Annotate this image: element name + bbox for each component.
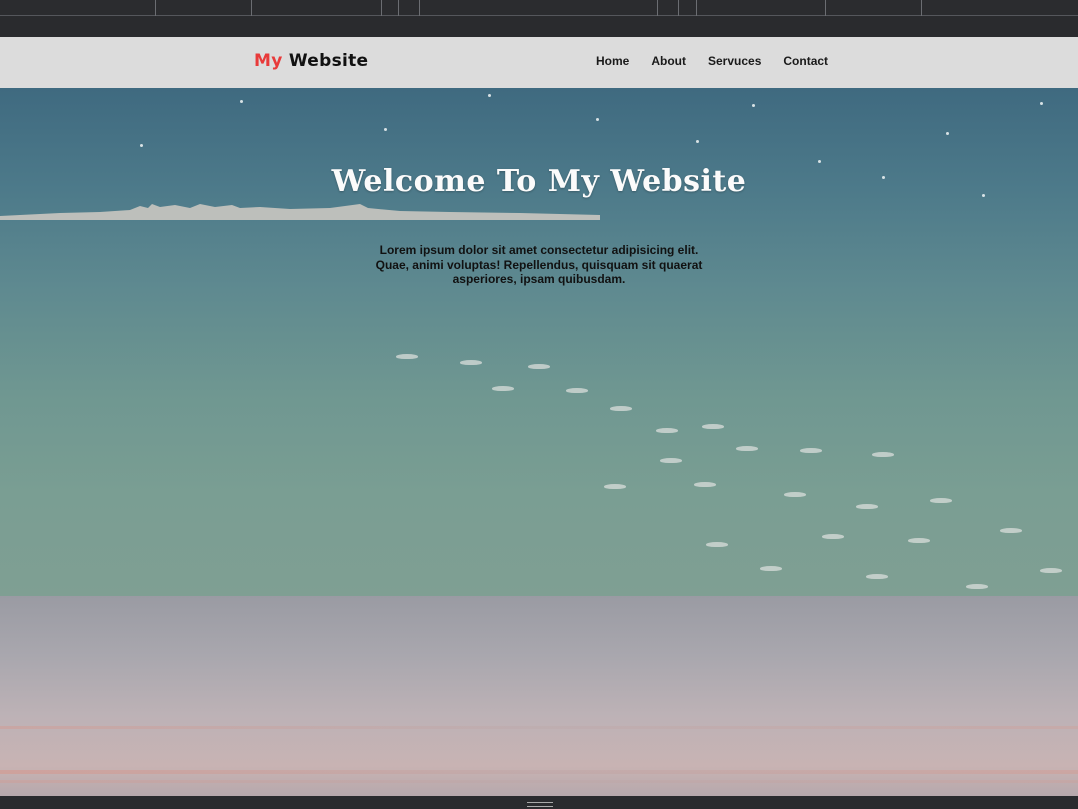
footprint: [736, 446, 758, 451]
footprint: [656, 428, 678, 433]
footprint: [702, 424, 724, 429]
light-streak: [0, 780, 1078, 783]
ruler-tick: [921, 0, 922, 16]
hero-section: Welcome To My Website Lorem ipsum dolor …: [0, 88, 1078, 596]
footprint: [610, 406, 632, 411]
ruler-tick: [657, 0, 658, 16]
star-dot: [752, 104, 755, 107]
ruler-tick: [155, 0, 156, 16]
light-streak: [0, 726, 1078, 729]
footprint: [872, 452, 894, 457]
logo-part-my: My: [254, 51, 283, 71]
hero-title: Welcome To My Website: [331, 164, 747, 199]
footprint: [800, 448, 822, 453]
hero-background-skyline: [0, 204, 600, 220]
editor-toolbar-gap: [0, 16, 1078, 37]
footprint: [760, 566, 782, 571]
star-dot: [240, 100, 243, 103]
second-section-background: [0, 596, 1078, 796]
footprint: [908, 538, 930, 543]
ruler-tick: [381, 0, 382, 16]
footprint: [784, 492, 806, 497]
star-dot: [596, 118, 599, 121]
footprint: [528, 364, 550, 369]
footprint: [706, 542, 728, 547]
star-dot: [696, 140, 699, 143]
editor-ruler: [0, 0, 1078, 16]
star-dot: [1040, 102, 1043, 105]
footprint: [566, 388, 588, 393]
ruler-tick: [696, 0, 697, 16]
star-dot: [384, 128, 387, 131]
footprint: [966, 584, 988, 589]
footprint: [822, 534, 844, 539]
star-dot: [140, 144, 143, 147]
footprint: [604, 484, 626, 489]
star-dot: [818, 160, 821, 163]
footprint: [694, 482, 716, 487]
hero-text: Lorem ipsum dolor sit amet consectetur a…: [375, 243, 703, 286]
footprint: [660, 458, 682, 463]
star-dot: [488, 94, 491, 97]
navbar: My Website Home About Servuces Contact: [0, 37, 1078, 88]
nav-link-contact[interactable]: Contact: [783, 54, 828, 68]
light-streak: [0, 770, 1078, 774]
ruler-tick: [251, 0, 252, 16]
logo-part-website: Website: [288, 51, 369, 71]
main-nav: Home About Servuces Contact: [596, 54, 828, 68]
ruler-tick: [678, 0, 679, 16]
site-logo[interactable]: My Website: [254, 51, 368, 71]
ruler-tick: [825, 0, 826, 16]
resize-handle[interactable]: [527, 802, 553, 807]
footprint: [396, 354, 418, 359]
nav-link-services[interactable]: Servuces: [708, 54, 761, 68]
footprint: [1000, 528, 1022, 533]
ruler-tick: [419, 0, 420, 16]
footprint: [1040, 568, 1062, 573]
footprint: [856, 504, 878, 509]
footprint: [930, 498, 952, 503]
footprint: [492, 386, 514, 391]
footprint: [866, 574, 888, 579]
nav-link-home[interactable]: Home: [596, 54, 629, 68]
ruler-tick: [398, 0, 399, 16]
nav-link-about[interactable]: About: [651, 54, 686, 68]
star-dot: [946, 132, 949, 135]
footprint: [460, 360, 482, 365]
